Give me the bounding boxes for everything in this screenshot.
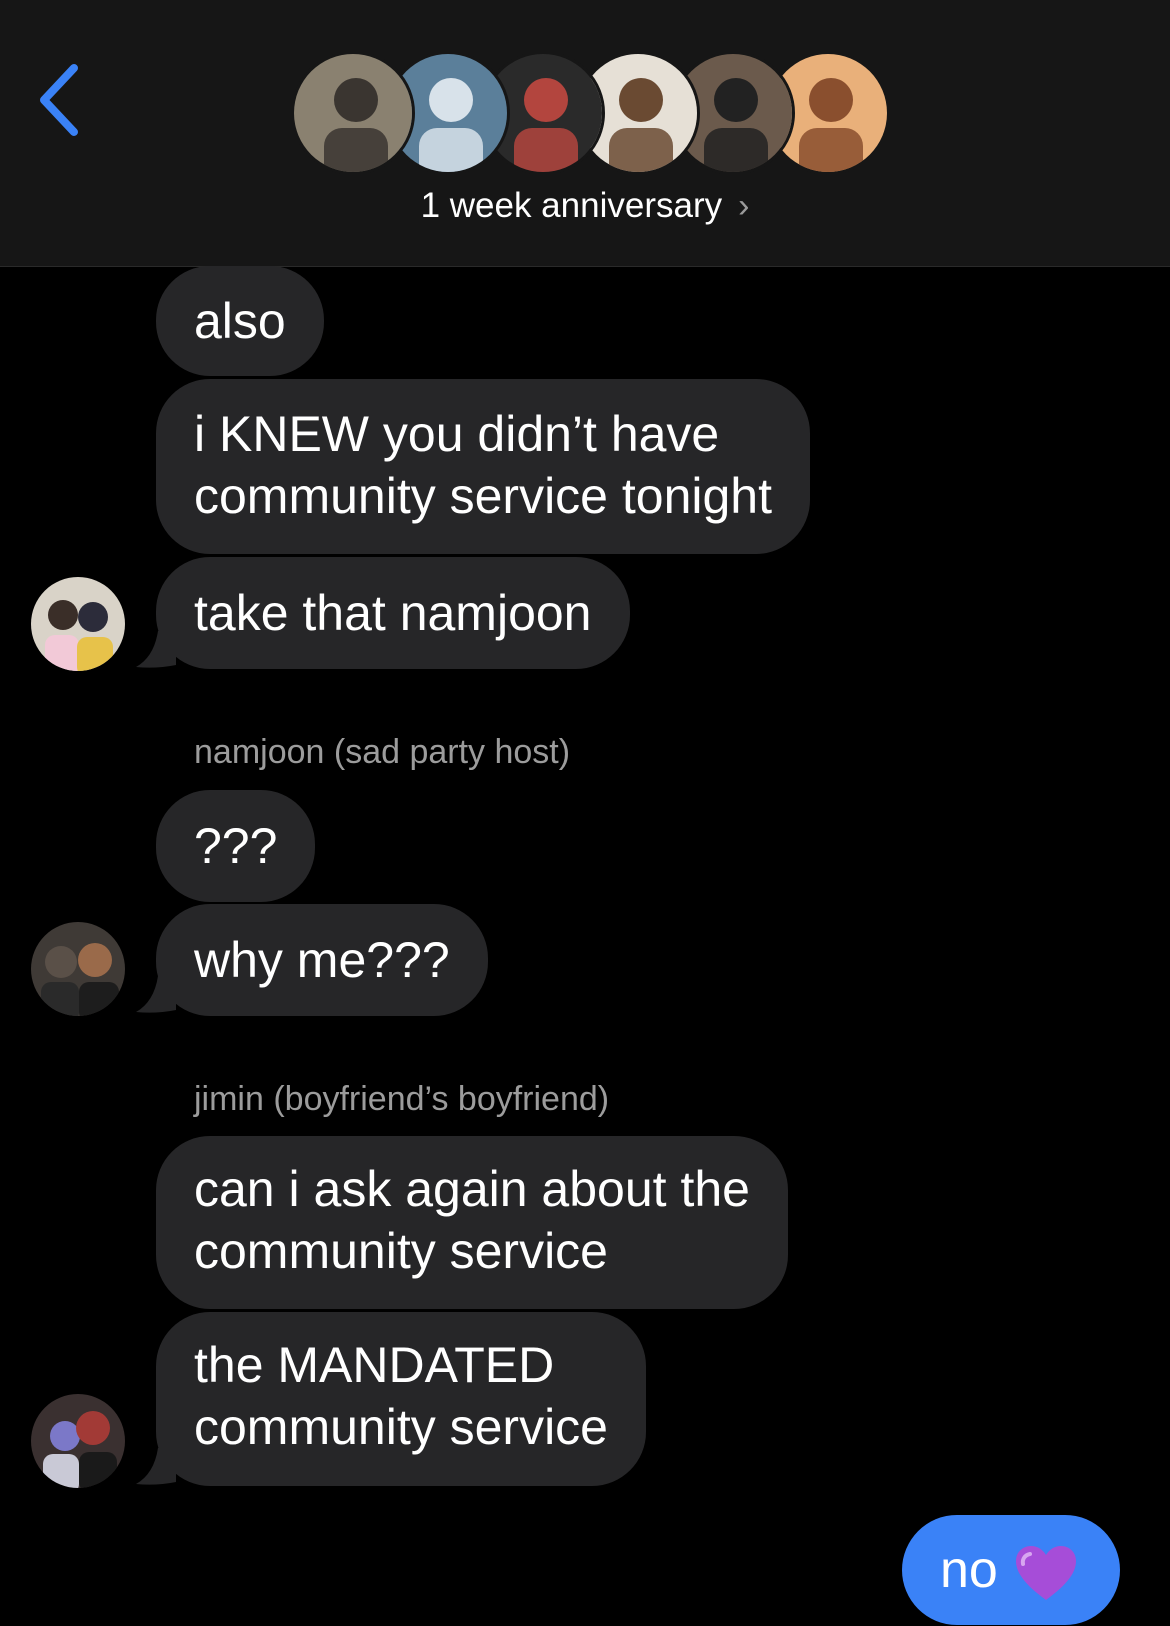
message-text-line: the MANDATED [194,1337,555,1393]
purple-heart-icon [1015,1546,1076,1601]
avatar-photo-1 [291,51,415,175]
message-bubble[interactable]: also [156,266,324,376]
sent-message-bubble[interactable]: no [902,1515,1120,1625]
group-title-button[interactable]: 1 week anniversary › [0,186,1170,226]
message-text: take that namjoon [194,585,592,641]
message-bubble[interactable]: i KNEW you didn’t have community service… [156,379,811,554]
message-text: also [194,293,286,349]
message-bubble[interactable]: ??? [156,790,316,902]
sender-avatar[interactable] [31,577,125,671]
message-text: why me??? [194,932,450,988]
conversation-header: 1 week anniversary › [0,0,1170,267]
message-text-line: i KNEW you didn’t have [194,406,720,462]
message-text-line: community service tonight [194,468,773,524]
message-bubble[interactable]: the MANDATED community service [156,1312,646,1486]
message-bubble[interactable]: can i ask again about the community serv… [156,1136,788,1309]
bubble-tail [136,976,176,1013]
message-text: ??? [194,818,278,874]
avatar-photo [31,922,125,1016]
message-text-line: community service [194,1399,608,1455]
chevron-right-icon: › [738,187,750,225]
message-bubble[interactable]: take that namjoon [156,557,630,669]
sender-avatar[interactable] [31,1394,125,1488]
chevron-left-icon [40,64,78,136]
message-text: no [940,1541,998,1599]
bubble-tail [136,631,176,668]
message-text-line: community service [194,1223,608,1279]
message-text-line: can i ask again about the [194,1161,750,1217]
avatar-photo [31,577,125,671]
group-name: 1 week anniversary [420,186,723,225]
message-bubble[interactable]: why me??? [156,904,488,1016]
back-button[interactable] [30,60,90,140]
group-avatars[interactable] [291,51,891,175]
sender-name: jimin (boyfriend’s boyfriend) [194,1080,610,1118]
sender-name: namjoon (sad party host) [194,733,571,771]
bubble-tail [136,1448,176,1485]
sender-avatar[interactable] [31,922,125,1016]
avatar-photo [31,1394,125,1488]
